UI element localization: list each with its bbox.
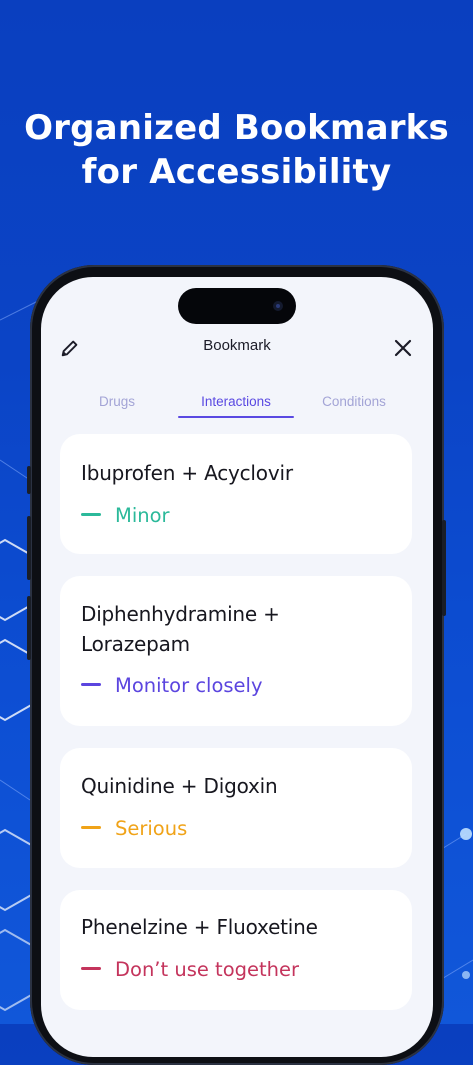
bookmark-card[interactable]: Ibuprofen + Acyclovir Minor xyxy=(60,434,412,554)
severity-text: Monitor closely xyxy=(115,674,263,697)
severity-dash-icon xyxy=(81,826,101,829)
bookmark-title-line-2: Lorazepam xyxy=(81,632,190,656)
phone-power-button xyxy=(442,520,446,616)
severity-text: Serious xyxy=(115,817,188,840)
severity-text: Don’t use together xyxy=(115,958,300,981)
bookmark-title: Quinidine + Digoxin xyxy=(81,774,278,798)
top-bar: Bookmark xyxy=(41,333,433,363)
headline-line-1: Organized Bookmarks xyxy=(24,108,449,148)
close-icon[interactable] xyxy=(393,338,413,358)
severity-label: Minor xyxy=(81,504,170,528)
headline: Organized Bookmarks for Accessibility xyxy=(0,106,473,194)
severity-text: Minor xyxy=(115,504,170,527)
severity-label: Monitor closely xyxy=(81,674,263,698)
phone-volume-down-button xyxy=(27,596,31,660)
dynamic-island xyxy=(178,288,296,324)
severity-dash-icon xyxy=(81,513,101,516)
severity-label: Don’t use together xyxy=(81,958,299,982)
bookmark-title: Diphenhydramine + Lorazepam xyxy=(81,599,280,659)
headline-line-2: for Accessibility xyxy=(81,152,392,192)
phone-screen: Bookmark Drugs Interactions Conditions I… xyxy=(41,277,433,1057)
bookmark-title: Phenelzine + Fluoxetine xyxy=(81,915,318,939)
tab-drugs[interactable]: Drugs xyxy=(77,394,157,409)
bookmark-card[interactable]: Diphenhydramine + Lorazepam Monitor clos… xyxy=(60,576,412,726)
tab-interactions[interactable]: Interactions xyxy=(178,394,294,409)
tab-bar: Drugs Interactions Conditions xyxy=(41,391,433,421)
severity-dash-icon xyxy=(81,967,101,970)
phone-action-button xyxy=(27,466,31,494)
tab-conditions[interactable]: Conditions xyxy=(311,394,397,409)
bookmark-title: Ibuprofen + Acyclovir xyxy=(81,461,293,485)
page-title: Bookmark xyxy=(203,337,271,354)
active-tab-indicator xyxy=(178,416,294,418)
severity-dash-icon xyxy=(81,683,101,686)
camera-icon xyxy=(273,301,283,311)
bookmark-card[interactable]: Phenelzine + Fluoxetine Don’t use togeth… xyxy=(60,890,412,1010)
phone-volume-up-button xyxy=(27,516,31,580)
severity-label: Serious xyxy=(81,817,187,841)
bookmark-title-line-1: Diphenhydramine + xyxy=(81,602,280,626)
bookmark-card[interactable]: Quinidine + Digoxin Serious xyxy=(60,748,412,868)
